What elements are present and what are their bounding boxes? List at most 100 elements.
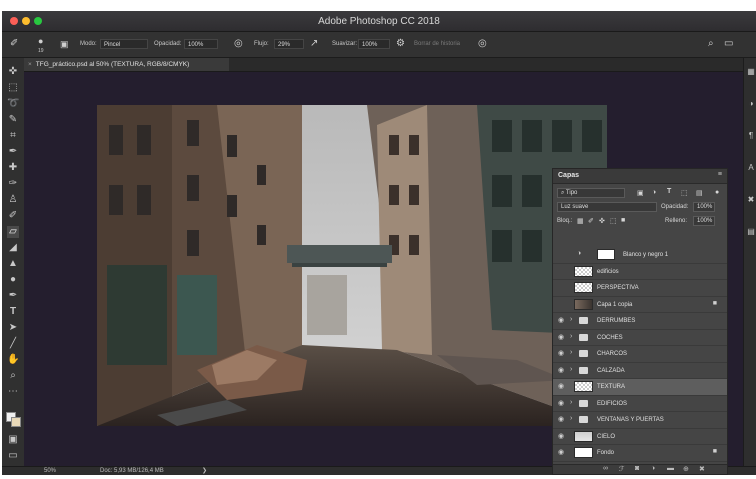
smoothing-settings-gear-icon[interactable]: ⚙ <box>396 39 405 49</box>
layer-thumbnail[interactable] <box>574 430 593 442</box>
visibility-eye-icon[interactable]: ◉ <box>558 350 566 357</box>
zoom-level[interactable]: 50% <box>44 467 56 475</box>
mode-select[interactable]: Pincel <box>100 39 148 49</box>
visibility-eye-icon[interactable]: ◉ <box>558 367 566 374</box>
visibility-eye-icon[interactable]: ◉ <box>558 334 566 341</box>
visibility-eye-icon[interactable]: ◉ <box>558 449 566 456</box>
visibility-eye-icon[interactable] <box>558 284 566 291</box>
delete-layer-icon[interactable]: ✖ <box>699 465 705 473</box>
layer-row[interactable]: PERSPECTIVA <box>553 280 727 297</box>
layer-mask-thumbnail[interactable] <box>597 249 615 260</box>
smooth-field[interactable]: 100% <box>358 39 390 49</box>
quick-select-icon[interactable]: ✎ <box>7 114 19 126</box>
shape-icon[interactable]: ╱ <box>7 338 19 350</box>
search-icon[interactable]: ⌕ <box>708 39 714 49</box>
eraser-icon[interactable]: ▱ <box>7 226 19 238</box>
pen-icon[interactable]: ✒ <box>7 290 19 302</box>
pressure-opacity-icon[interactable]: ◎ <box>234 39 243 49</box>
lock-artboard-icon[interactable]: ⬚ <box>610 217 617 225</box>
layer-row[interactable]: Capa 1 copia ■ <box>553 297 727 313</box>
filter-adjustment-icon[interactable]: ◑ <box>652 189 656 196</box>
add-mask-icon[interactable]: ◙ <box>635 465 639 472</box>
filter-pixel-icon[interactable]: ▣ <box>637 189 644 197</box>
paragraph-panel-icon[interactable]: ¶ <box>745 130 756 142</box>
zoom-icon[interactable]: ⌕ <box>7 370 19 382</box>
history-brush-icon[interactable]: ✐ <box>7 210 19 222</box>
close-tab-icon[interactable]: × <box>28 61 32 68</box>
lock-transparent-icon[interactable]: ▦ <box>577 217 584 225</box>
bucket-icon[interactable]: ◢ <box>7 242 19 254</box>
marquee-icon[interactable]: ⬚ <box>7 82 19 94</box>
layer-row[interactable]: ◉ TEXTURA <box>553 379 727 396</box>
screen-mode-icon[interactable]: ▭ <box>7 450 19 462</box>
quick-mask-icon[interactable]: ▣ <box>7 434 19 446</box>
layer-filter-select[interactable]: ⌕ Tipo <box>557 188 625 198</box>
link-layers-icon[interactable]: ∞ <box>603 465 608 472</box>
layer-thumbnail[interactable] <box>574 265 593 277</box>
layer-thumbnail[interactable] <box>574 447 593 458</box>
airbrush-icon[interactable]: ↗ <box>310 39 318 49</box>
type-icon[interactable]: T <box>7 306 19 318</box>
fill-field[interactable]: 100% <box>693 216 715 226</box>
layer-style-icon[interactable]: ℱ <box>619 465 625 473</box>
new-group-icon[interactable]: ▬ <box>667 465 674 472</box>
brush-panel-toggle-icon[interactable]: ▣ <box>60 39 69 49</box>
visibility-eye-icon[interactable]: ◉ <box>558 400 566 407</box>
status-menu-arrow-icon[interactable]: ❯ <box>202 467 207 475</box>
new-layer-icon[interactable]: ⊕ <box>683 465 689 473</box>
layers-panel-icon[interactable]: ▤ <box>745 226 756 238</box>
visibility-eye-icon[interactable]: ◉ <box>558 416 566 423</box>
hand-icon[interactable]: ✋ <box>7 354 19 366</box>
visibility-eye-icon[interactable]: ◉ <box>558 317 566 324</box>
layer-row[interactable]: ◉ Fondo ■ <box>553 445 727 462</box>
document-tab[interactable]: × TFG_práctico.psd al 50% (TEXTURA, RGB/8… <box>24 58 229 71</box>
blend-mode-select[interactable]: Luz suave <box>557 202 657 212</box>
layer-row[interactable]: ◉ › CALZADA <box>553 363 727 379</box>
new-adjustment-icon[interactable]: ◑ <box>651 465 655 472</box>
visibility-eye-icon[interactable]: ◉ <box>558 433 566 440</box>
panel-menu-icon[interactable]: ≡ <box>718 171 722 178</box>
lasso-icon[interactable]: ➰ <box>7 98 19 110</box>
lock-all-icon[interactable]: ■ <box>621 217 625 224</box>
layers-panel-title[interactable]: Capas <box>558 169 579 183</box>
layer-thumbnail[interactable] <box>574 282 593 293</box>
crop-icon[interactable]: ⌗ <box>7 130 19 142</box>
layer-row[interactable]: ◉ › VENTANAS Y PUERTAS <box>553 412 727 429</box>
lock-position-icon[interactable]: ✜ <box>599 217 605 225</box>
document-canvas[interactable] <box>97 105 607 426</box>
path-select-icon[interactable]: ➤ <box>7 322 19 334</box>
layer-row[interactable]: ◉ › CHARCOS <box>553 346 727 363</box>
visibility-eye-icon[interactable] <box>558 251 566 258</box>
flow-field[interactable]: 29% <box>274 39 304 49</box>
layer-row[interactable]: ◉ › DERRUMBES <box>553 313 727 330</box>
move-icon[interactable]: ✜ <box>7 66 19 78</box>
group-expand-icon[interactable]: › <box>570 333 572 340</box>
erase-history-label[interactable]: Borrar de historia <box>414 41 460 47</box>
stamp-icon[interactable]: ♙ <box>7 194 19 206</box>
group-expand-icon[interactable]: › <box>570 415 572 422</box>
filter-toggle-icon[interactable]: ● <box>715 189 719 196</box>
layer-row[interactable]: ◉ CIELO <box>553 429 727 445</box>
group-expand-icon[interactable]: › <box>570 316 572 323</box>
group-expand-icon[interactable]: › <box>570 349 572 356</box>
character-panel-icon[interactable]: A <box>745 162 756 174</box>
layer-row[interactable]: ◉ › EDIFICIOS <box>553 396 727 412</box>
layer-opacity-field[interactable]: 100% <box>693 202 715 212</box>
tool-presets-icon[interactable]: ✖ <box>745 194 756 206</box>
adjustments-panel-icon[interactable]: ◑ <box>745 98 756 110</box>
layer-row[interactable]: ◉ › COCHES <box>553 330 727 346</box>
visibility-eye-icon[interactable]: ◉ <box>558 383 566 390</box>
eraser-tool-preset-icon[interactable]: ✐ <box>10 39 18 49</box>
group-expand-icon[interactable]: › <box>570 366 572 373</box>
filter-shape-icon[interactable]: ⬚ <box>681 189 688 197</box>
history-panel-icon[interactable]: ▦ <box>745 66 756 78</box>
visibility-eye-icon[interactable] <box>558 268 566 275</box>
blur-icon[interactable]: ▲ <box>7 258 19 270</box>
group-expand-icon[interactable]: › <box>570 399 572 406</box>
filter-smartobject-icon[interactable]: ▤ <box>696 189 703 197</box>
layer-thumbnail[interactable] <box>574 381 593 392</box>
pressure-size-icon[interactable]: ◎ <box>478 39 487 49</box>
visibility-eye-icon[interactable] <box>558 301 566 308</box>
workspace-icon[interactable]: ▭ <box>724 39 733 49</box>
background-color-swatch[interactable] <box>11 417 21 427</box>
